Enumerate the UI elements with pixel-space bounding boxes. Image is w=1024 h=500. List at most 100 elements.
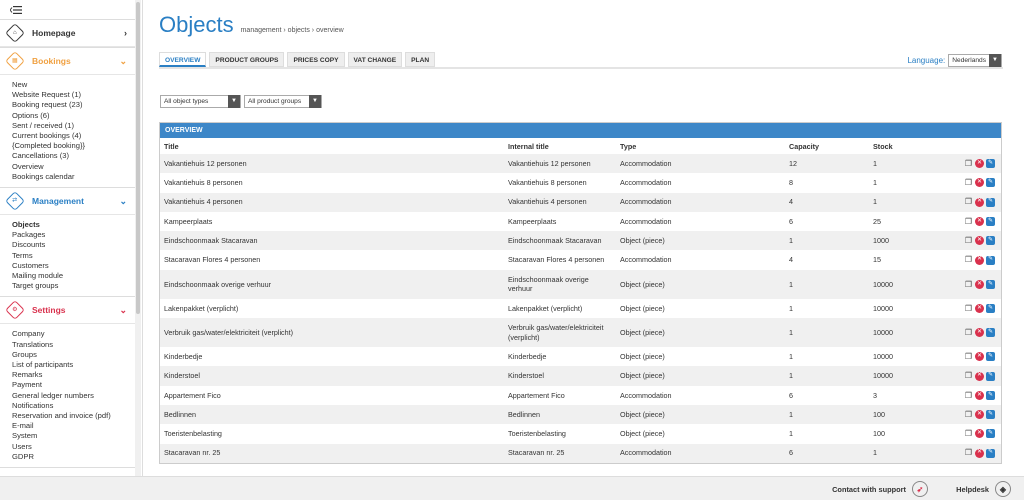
copy-icon[interactable]: ❐	[964, 280, 973, 289]
delete-icon[interactable]: ✕	[975, 371, 984, 381]
delete-icon[interactable]: ✕	[975, 159, 984, 169]
edit-icon[interactable]: ✎	[986, 279, 995, 289]
tab-overview[interactable]: OVERVIEW	[159, 52, 207, 67]
copy-icon[interactable]: ❐	[964, 217, 973, 226]
copy-icon[interactable]: ❐	[964, 159, 973, 168]
sidebar-item[interactable]: List of participants	[12, 360, 135, 370]
sidebar-item[interactable]: Reservation and invoice (pdf)	[12, 411, 135, 421]
table-row[interactable]: Lakenpakket (verplicht) Lakenpakket (verp…	[160, 299, 1001, 318]
edit-icon[interactable]: ✎	[986, 159, 995, 169]
sidebar-scroll-thumb[interactable]	[136, 2, 140, 314]
sidebar-item[interactable]: Current bookings (4)	[12, 131, 135, 141]
language-select[interactable]: Nederlands ▼	[948, 53, 1002, 67]
copy-icon[interactable]: ❐	[964, 236, 973, 245]
copy-icon[interactable]: ❐	[964, 255, 973, 265]
edit-icon[interactable]: ✎	[986, 236, 995, 246]
delete-icon[interactable]: ✕	[975, 352, 984, 362]
sidebar-item[interactable]: Discounts	[12, 240, 135, 250]
edit-icon[interactable]: ✎	[986, 197, 995, 207]
sidebar-item[interactable]: Notifications	[12, 401, 135, 411]
delete-icon[interactable]: ✕	[975, 178, 984, 188]
delete-icon[interactable]: ✕	[975, 390, 984, 400]
sidebar-item[interactable]: Remarks	[12, 370, 135, 380]
delete-icon[interactable]: ✕	[975, 197, 984, 207]
copy-icon[interactable]: ❐	[964, 178, 973, 187]
sidebar-item[interactable]: New	[12, 80, 135, 90]
table-row[interactable]: Eindschoonmaak Stacaravan Eindschoonmaak …	[160, 231, 1001, 251]
edit-icon[interactable]: ✎	[986, 255, 995, 265]
table-row[interactable]: Kinderstoel Kinderstoel Object (piece) 1 100…	[160, 366, 1001, 386]
copy-icon[interactable]: ❐	[964, 304, 973, 313]
sidebar-item[interactable]: Website Request (1)	[12, 90, 135, 100]
copy-icon[interactable]: ❐	[964, 410, 973, 419]
sidebar-item[interactable]: GDPR	[12, 452, 135, 462]
copy-icon[interactable]: ❐	[964, 429, 973, 438]
sidebar-item[interactable]: Target groups	[12, 281, 135, 291]
delete-icon[interactable]: ✕	[975, 448, 984, 458]
delete-icon[interactable]: ✕	[975, 410, 984, 420]
table-row[interactable]: Eindschoonmaak overige verhuur Eindschoon…	[160, 269, 1001, 299]
delete-icon[interactable]: ✕	[975, 236, 984, 246]
sidebar-item[interactable]: Payment	[12, 380, 135, 390]
helpdesk-button[interactable]: Helpdesk ◈	[956, 481, 1011, 497]
edit-icon[interactable]: ✎	[986, 448, 995, 458]
table-row[interactable]: Kinderbedje Kinderbedje Object (piece) 1 100…	[160, 347, 1001, 366]
tab-plan[interactable]: PLAN	[405, 52, 436, 67]
sidebar-section-header[interactable]: ⌂ Homepage ›	[0, 20, 135, 47]
delete-icon[interactable]: ✕	[975, 255, 984, 265]
sidebar-item[interactable]: Groups	[12, 350, 135, 360]
product-groups-select[interactable]: All product groups ▼	[244, 94, 322, 108]
object-types-select[interactable]: All object types ▼	[160, 94, 241, 108]
delete-icon[interactable]: ✕	[975, 303, 984, 313]
sidebar-section-header[interactable]: ▦ Bookings ⌄	[0, 48, 135, 75]
edit-icon[interactable]: ✎	[986, 217, 995, 227]
sidebar-item[interactable]: Sent / received (1)	[12, 121, 135, 131]
copy-icon[interactable]: ❐	[964, 352, 973, 361]
delete-icon[interactable]: ✕	[975, 429, 984, 439]
edit-icon[interactable]: ✎	[986, 303, 995, 313]
sidebar-item[interactable]: Mailing module	[12, 271, 135, 281]
tab-product-groups[interactable]: PRODUCT GROUPS	[209, 52, 285, 67]
sidebar-item[interactable]: Users	[12, 442, 135, 452]
delete-icon[interactable]: ✕	[975, 217, 984, 227]
table-row[interactable]: Appartement Fico Appartement Fico Accommod…	[160, 386, 1001, 405]
copy-icon[interactable]: ❐	[964, 371, 973, 381]
delete-icon[interactable]: ✕	[975, 279, 984, 289]
contact-support-button[interactable]: Contact with support ➶	[832, 481, 928, 497]
table-row[interactable]: Bedlinnen Bedlinnen Object (piece) 1 100 ❐ ✕ ✎	[160, 404, 1001, 425]
table-row[interactable]: Kampeerplaats Kampeerplaats Accommodation 6…	[160, 212, 1001, 231]
sidebar-item[interactable]: Booking request (23)	[12, 100, 135, 110]
edit-icon[interactable]: ✎	[986, 352, 995, 362]
edit-icon[interactable]: ✎	[986, 429, 995, 439]
sidebar-item[interactable]: Objects	[12, 220, 135, 230]
sidebar-item[interactable]: Overview	[12, 162, 135, 172]
sidebar-item[interactable]: Translations	[12, 340, 135, 350]
edit-icon[interactable]: ✎	[986, 390, 995, 400]
sidebar-section-header[interactable]: ⇄ Management ⌄	[0, 188, 135, 216]
sidebar-item[interactable]: Customers	[12, 261, 135, 271]
menu-toggle[interactable]	[0, 0, 135, 20]
sidebar-item[interactable]: E-mail	[12, 421, 135, 431]
sidebar-item[interactable]: {Completed booking}}	[12, 141, 135, 151]
table-row[interactable]: Stacaravan Flores 4 personen Stacaravan F…	[160, 250, 1001, 269]
delete-icon[interactable]: ✕	[975, 328, 984, 338]
edit-icon[interactable]: ✎	[986, 178, 995, 188]
sidebar-item[interactable]: Bookings calendar	[12, 172, 135, 182]
sidebar-section-header[interactable]: ⚙ Settings ⌄	[0, 297, 135, 325]
sidebar-item[interactable]: Options (6)	[12, 111, 135, 121]
copy-icon[interactable]: ❐	[964, 448, 973, 458]
table-row[interactable]: Vakantiehuis 4 personen Vakantiehuis 4 pe…	[160, 192, 1001, 212]
table-row[interactable]: Vakantiehuis 8 personen Vakantiehuis 8 pe…	[160, 173, 1001, 192]
edit-icon[interactable]: ✎	[986, 410, 995, 420]
table-row[interactable]: Vakantiehuis 12 personen Vakantiehuis 12 …	[160, 154, 1001, 174]
sidebar-item[interactable]: Terms	[12, 251, 135, 261]
tab-vat-change[interactable]: VAT CHANGE	[347, 52, 403, 67]
copy-icon[interactable]: ❐	[964, 391, 973, 400]
hamburger-icon[interactable]	[10, 5, 22, 14]
table-row[interactable]: Verbruik gas/water/elektriciteit (verpli…	[160, 318, 1001, 348]
sidebar-item[interactable]: Company	[12, 329, 135, 339]
sidebar-item[interactable]: Packages	[12, 230, 135, 240]
tab-prices-copy[interactable]: PRICES COPY	[287, 52, 345, 67]
sidebar-item[interactable]: System	[12, 431, 135, 441]
sidebar-item[interactable]: General ledger numbers	[12, 391, 135, 401]
